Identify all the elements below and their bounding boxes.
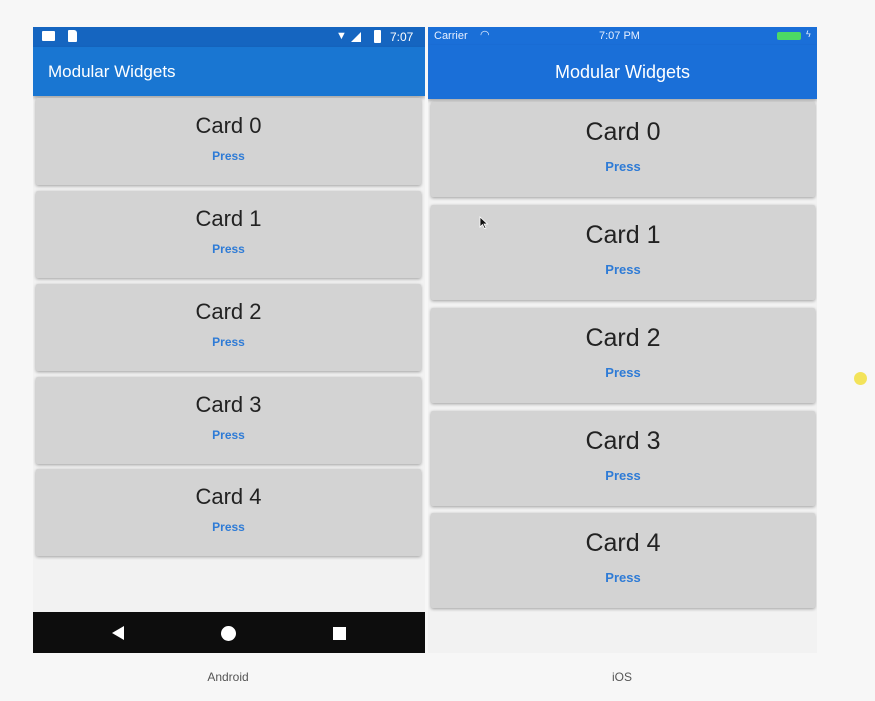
ios-label: iOS — [611, 670, 633, 684]
card-4: Card 4 Press — [36, 469, 421, 556]
press-button[interactable]: Press — [212, 149, 245, 163]
press-button[interactable]: Press — [212, 520, 245, 534]
home-icon[interactable] — [221, 626, 236, 641]
press-button[interactable]: Press — [605, 365, 640, 380]
sd-card-icon — [68, 30, 77, 42]
press-button[interactable]: Press — [212, 242, 245, 256]
card-1: Card 1 Press — [36, 191, 421, 278]
android-nav-bar — [33, 612, 425, 653]
card-title: Card 1 — [195, 206, 262, 231]
signal-icon — [351, 32, 361, 42]
mail-icon — [42, 31, 55, 41]
card-title: Card 0 — [585, 118, 661, 146]
press-button[interactable]: Press — [605, 159, 640, 174]
app-title: Modular Widgets — [48, 62, 176, 81]
battery-icon — [374, 30, 381, 43]
ios-phone: Carrier ◠ 7:07 PM ϟ Modular Widgets Card… — [428, 27, 817, 653]
card-3: Card 3 Press — [36, 377, 421, 464]
wifi-icon: ▼ — [336, 30, 347, 42]
press-button[interactable]: Press — [212, 428, 245, 442]
wifi-icon: ◠ — [480, 29, 490, 41]
card-0: Card 0 Press — [36, 98, 421, 185]
press-button[interactable]: Press — [605, 570, 640, 585]
app-bar: Modular Widgets — [33, 47, 425, 96]
carrier-label: Carrier — [434, 30, 468, 42]
card-2: Card 2 Press — [36, 284, 421, 371]
status-time: 7:07 — [390, 30, 414, 44]
card-title: Card 2 — [585, 324, 661, 352]
android-status-bar: ▼ 7:07 — [33, 27, 425, 47]
card-title: Card 0 — [195, 113, 262, 138]
android-label: Android — [207, 670, 249, 684]
recents-icon[interactable] — [333, 627, 346, 640]
card-title: Card 4 — [195, 484, 262, 509]
card-3: Card 3 Press — [431, 411, 815, 506]
press-button[interactable]: Press — [605, 468, 640, 483]
card-title: Card 4 — [585, 529, 661, 557]
press-button[interactable]: Press — [605, 262, 640, 277]
cursor-highlight-dot — [854, 372, 867, 385]
nav-bar: Modular Widgets — [428, 45, 817, 99]
mouse-cursor-icon — [479, 216, 489, 229]
back-icon[interactable] — [112, 626, 124, 640]
ios-status-bar: Carrier ◠ 7:07 PM ϟ — [428, 27, 817, 45]
card-title: Card 3 — [195, 392, 262, 417]
press-button[interactable]: Press — [212, 335, 245, 349]
app-title: Modular Widgets — [554, 62, 691, 82]
card-0: Card 0 Press — [431, 102, 815, 197]
status-time: 7:07 PM — [599, 30, 640, 42]
android-phone: ▼ 7:07 Modular Widgets Card 0 Press Card 1… — [33, 27, 425, 653]
card-4: Card 4 Press — [431, 513, 815, 608]
card-title: Card 2 — [195, 299, 262, 324]
battery-icon — [777, 32, 801, 40]
card-2: Card 2 Press — [431, 308, 815, 403]
card-title: Card 3 — [585, 427, 661, 455]
charging-icon: ϟ — [806, 29, 811, 39]
